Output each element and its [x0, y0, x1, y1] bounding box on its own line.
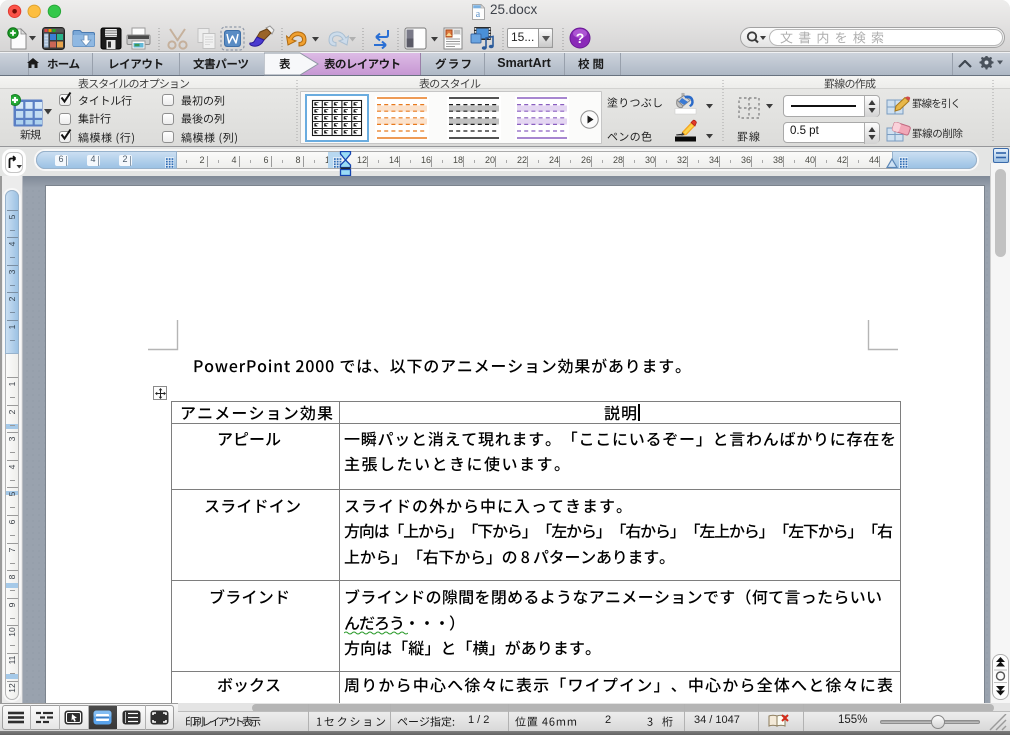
svg-text:a: a — [476, 9, 481, 20]
svg-text:?: ? — [576, 30, 585, 46]
